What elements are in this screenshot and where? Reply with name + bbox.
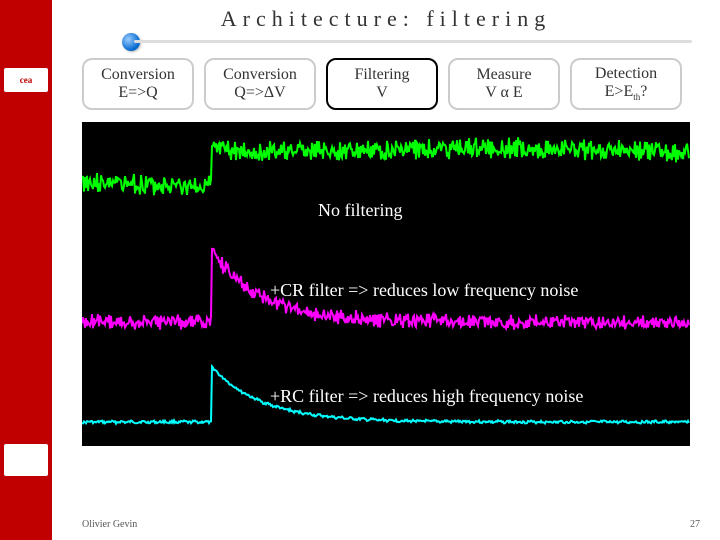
footer-author: Olivier Gevin: [82, 519, 137, 530]
sidebar: cea: [0, 0, 52, 540]
stage-line2: E=>Q: [118, 84, 157, 102]
stage-measure: Measure V α E: [448, 58, 560, 110]
trace-no-filtering: [82, 137, 689, 195]
stage-conversion-qv: Conversion Q=>ΔV: [204, 58, 316, 110]
label-cr-filter: +CR filter => reduces low frequency nois…: [270, 280, 578, 301]
stage-conversion-eq: Conversion E=>Q: [82, 58, 194, 110]
logo-irfu: [4, 444, 48, 476]
title-underline: [134, 40, 692, 43]
stage-line1: Conversion: [101, 66, 175, 84]
footer: Olivier Gevin 27: [82, 519, 700, 530]
stage-line2: E>Eth?: [605, 83, 648, 102]
logo-cea: cea: [4, 68, 48, 92]
stage-line1: Filtering: [354, 66, 409, 84]
pipeline-chain: Conversion E=>Q Conversion Q=>ΔV Filteri…: [82, 58, 682, 110]
stage-detection: Detection E>Eth?: [570, 58, 682, 110]
stage-filtering: Filtering V: [326, 58, 438, 110]
label-no-filter: No filtering: [318, 200, 402, 221]
stage-line2: Q=>ΔV: [234, 84, 285, 102]
stage-line1: Conversion: [223, 66, 297, 84]
stage-line2: V: [376, 84, 388, 102]
page-title: Architecture: filtering: [221, 6, 551, 32]
stage-line1: Detection: [595, 65, 657, 83]
footer-page: 27: [690, 519, 700, 530]
title-bar: Architecture: filtering: [52, 6, 720, 50]
stage-line1: Measure: [476, 66, 531, 84]
oscilloscope: No filtering +CR filter => reduces low f…: [82, 122, 690, 446]
stage-line2: V α E: [485, 84, 522, 102]
label-rc-filter: +RC filter => reduces high frequency noi…: [270, 386, 583, 407]
